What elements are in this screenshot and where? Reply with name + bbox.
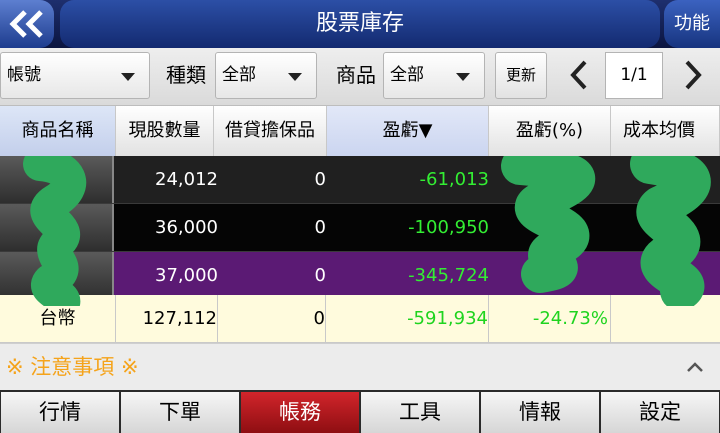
row-collateral: 0 bbox=[314, 169, 326, 190]
product-label: 商品 bbox=[336, 63, 376, 87]
summary-pnl: -591,934 bbox=[326, 295, 489, 342]
row-avg-cost bbox=[611, 252, 716, 299]
function-button[interactable]: 功能 bbox=[664, 0, 720, 48]
summary-collateral: 0 bbox=[218, 295, 326, 342]
column-header-qty[interactable]: 現股數量 bbox=[116, 106, 214, 156]
tab-account[interactable]: 帳務 bbox=[241, 392, 359, 433]
summary-avg-cost bbox=[611, 295, 720, 342]
summary-pnl-pct: -24.73% bbox=[489, 295, 611, 342]
page-indicator: 1/1 bbox=[605, 52, 663, 99]
dropdown-caret-icon bbox=[121, 73, 135, 81]
type-select[interactable]: 全部 bbox=[215, 52, 317, 99]
table-row[interactable]: 37,000 0 -345,724 bbox=[0, 252, 720, 300]
row-qty: 24,012 bbox=[155, 169, 218, 190]
type-select-value: 全部 bbox=[222, 65, 256, 85]
dropdown-caret-icon bbox=[288, 73, 302, 81]
tab-info[interactable]: 情報 bbox=[481, 392, 599, 433]
type-label: 種類 bbox=[166, 63, 206, 87]
bottom-nav: 行情 下單 帳務 工具 情報 設定 bbox=[0, 390, 720, 433]
back-button[interactable] bbox=[0, 0, 54, 48]
summary-currency: 台幣 bbox=[0, 295, 116, 342]
column-header-collateral[interactable]: 借貸擔保品 bbox=[214, 106, 327, 156]
row-pnl-pct bbox=[489, 204, 609, 251]
row-pnl: -100,950 bbox=[408, 217, 489, 238]
table-row[interactable]: 36,000 0 -100,950 bbox=[0, 204, 720, 252]
row-name bbox=[0, 156, 114, 203]
column-header-name[interactable]: 商品名稱 bbox=[0, 106, 116, 156]
chevron-up-icon[interactable] bbox=[686, 361, 704, 373]
row-name bbox=[0, 204, 114, 251]
column-header-avg-cost[interactable]: 成本均價 bbox=[611, 106, 720, 156]
tab-tools[interactable]: 工具 bbox=[361, 392, 479, 433]
row-pnl-pct bbox=[489, 252, 609, 299]
filter-bar: 帳號 種類 全部 商品 全部 更新 1/1 bbox=[0, 48, 720, 106]
tab-quotes[interactable]: 行情 bbox=[1, 392, 119, 433]
refresh-button[interactable]: 更新 bbox=[495, 52, 547, 99]
tab-order[interactable]: 下單 bbox=[121, 392, 239, 433]
product-select-value: 全部 bbox=[390, 65, 424, 85]
account-select-value: 帳號 bbox=[7, 65, 41, 85]
double-chevron-left-icon bbox=[9, 10, 43, 38]
page-title: 股票庫存 bbox=[60, 0, 660, 48]
row-pnl-pct bbox=[489, 156, 609, 203]
next-page-icon[interactable] bbox=[681, 60, 705, 90]
row-pnl: -61,013 bbox=[419, 169, 489, 190]
dropdown-caret-icon bbox=[456, 73, 470, 81]
row-qty: 36,000 bbox=[155, 217, 218, 238]
column-header-pnl[interactable]: 盈虧▼ bbox=[327, 106, 489, 156]
summary-row: 台幣 127,112 0 -591,934 -24.73% bbox=[0, 295, 720, 343]
table-row[interactable]: 24,012 0 -61,013 bbox=[0, 156, 720, 204]
row-qty: 37,000 bbox=[155, 265, 218, 286]
row-collateral: 0 bbox=[314, 217, 326, 238]
row-avg-cost bbox=[611, 156, 716, 203]
account-select[interactable]: 帳號 bbox=[0, 52, 150, 99]
product-select[interactable]: 全部 bbox=[383, 52, 485, 99]
row-name bbox=[0, 252, 114, 299]
row-collateral: 0 bbox=[314, 265, 326, 286]
row-pnl: -345,724 bbox=[408, 265, 489, 286]
row-avg-cost bbox=[611, 204, 716, 251]
tab-settings[interactable]: 設定 bbox=[601, 392, 719, 433]
title-bar: 股票庫存 功能 bbox=[0, 0, 720, 48]
prev-page-icon[interactable] bbox=[567, 60, 591, 90]
notice-label: ※ 注意事項 ※ bbox=[6, 355, 139, 379]
table-header: 商品名稱 現股數量 借貸擔保品 盈虧▼ 盈虧(%) 成本均價 bbox=[0, 106, 720, 156]
summary-qty: 127,112 bbox=[116, 295, 218, 342]
column-header-pnl-pct[interactable]: 盈虧(%) bbox=[489, 106, 611, 156]
notice-bar[interactable]: ※ 注意事項 ※ bbox=[0, 343, 720, 391]
